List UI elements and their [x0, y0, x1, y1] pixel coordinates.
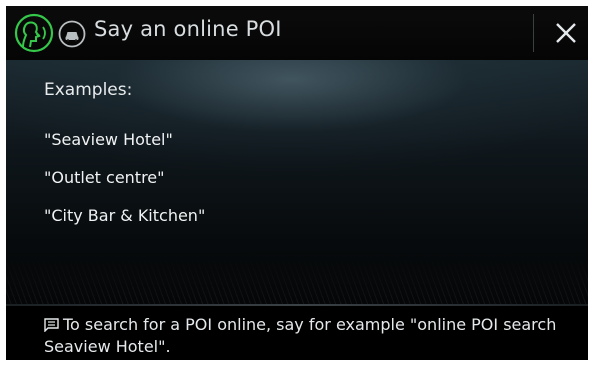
title-divider	[533, 14, 534, 52]
decorative-stripes	[6, 256, 588, 306]
example-item: "Outlet centre"	[44, 168, 165, 187]
hint-text: To search for a POI online, say for exam…	[44, 315, 557, 356]
panel-divider	[6, 304, 588, 306]
svg-text:»: »	[35, 31, 41, 41]
examples-heading: Examples:	[44, 80, 133, 100]
hint-text-block: To search for a POI online, say for exam…	[44, 314, 584, 358]
title-bar: » Say an online POI	[6, 6, 588, 60]
example-item: "City Bar & Kitchen"	[44, 206, 206, 225]
voice-recognition-icon[interactable]: »	[14, 13, 54, 53]
close-icon[interactable]	[552, 19, 580, 47]
voice-dialog-screen: » Say an online POI Examples: "Seaview H…	[6, 6, 588, 360]
examples-panel: Examples: "Seaview Hotel" "Outlet centre…	[6, 60, 588, 306]
message-icon	[44, 318, 59, 332]
online-poi-icon	[58, 20, 86, 48]
dialog-title: Say an online POI	[94, 17, 282, 41]
example-item: "Seaview Hotel"	[44, 130, 173, 149]
